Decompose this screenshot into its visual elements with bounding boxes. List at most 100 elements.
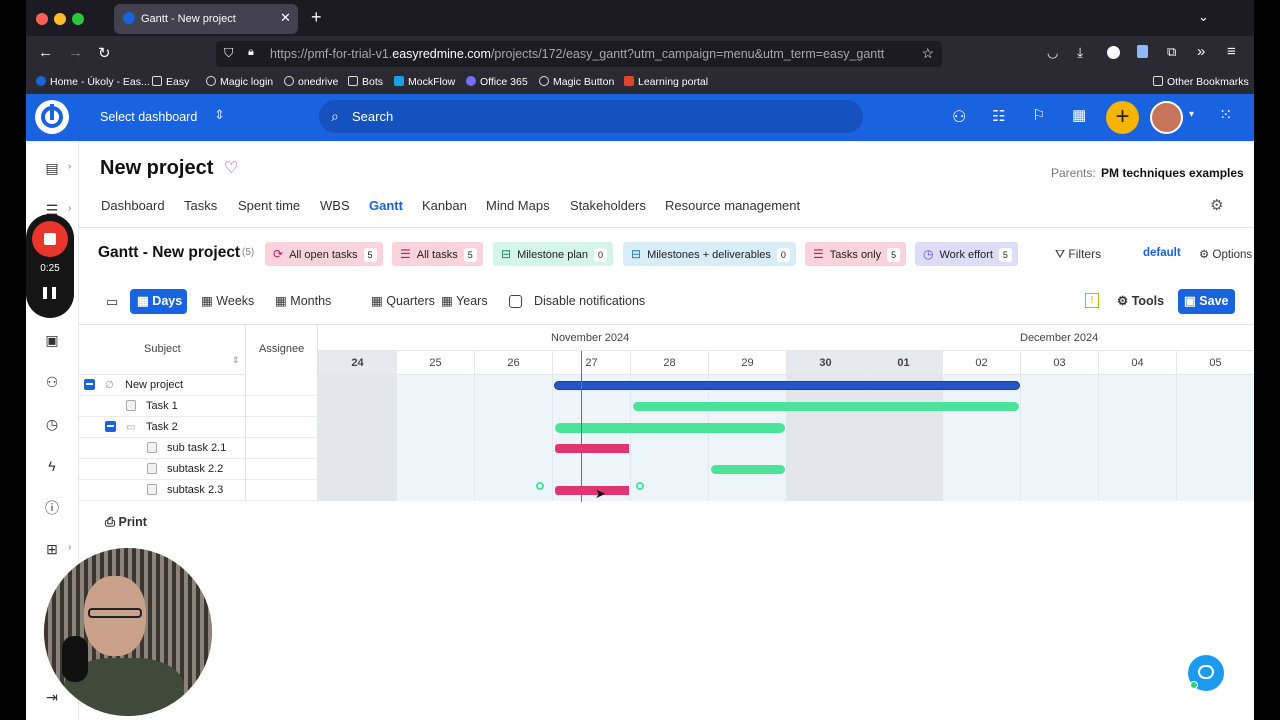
parents-link[interactable]: PM techniques examples <box>1101 166 1244 180</box>
zoom-years-button[interactable]: ▦ Years <box>441 289 488 314</box>
gantt-row[interactable]: ▭ Task 2 <box>79 417 318 438</box>
pause-icon[interactable] <box>52 287 56 299</box>
task-bar[interactable] <box>555 486 629 495</box>
gantt-row[interactable]: sub task 2.1 <box>79 438 318 459</box>
people-icon[interactable]: ⚇ <box>44 374 60 390</box>
lightning-icon[interactable]: ϟ <box>44 458 60 474</box>
info-icon[interactable]: ! <box>1085 293 1099 308</box>
project-bar[interactable] <box>555 382 1019 389</box>
filter-chip-milestone-plan[interactable]: ⊟ Milestone plan 0 <box>493 242 614 266</box>
tab-kanban[interactable]: Kanban <box>422 198 467 213</box>
stop-recording-button[interactable] <box>32 221 68 257</box>
extension-bookmark-icon[interactable] <box>1137 45 1148 58</box>
bookmark-item[interactable]: Magic login <box>206 76 273 88</box>
task-bar[interactable] <box>555 422 785 433</box>
task-bar[interactable] <box>555 444 629 453</box>
extension-clock-icon[interactable] <box>1107 46 1120 59</box>
tab-dashboard[interactable]: Dashboard <box>101 198 165 213</box>
reload-icon[interactable]: ↻ <box>98 44 111 62</box>
alert-icon[interactable]: ⓘ <box>44 500 60 516</box>
tab-stakeholders[interactable]: Stakeholders <box>570 198 646 213</box>
filter-chip-all-tasks[interactable]: ☰ All tasks 5 <box>392 242 483 266</box>
gantt-row[interactable]: ∅ New project <box>79 375 318 396</box>
minimize-window-button[interactable] <box>54 13 66 25</box>
pocket-icon[interactable]: ◡ <box>1047 45 1058 61</box>
task-name[interactable]: subtask 2.3 <box>167 484 223 496</box>
dashboard-switch-icon[interactable]: ⇕ <box>214 107 225 123</box>
calendar-icon[interactable]: ▦ <box>1072 106 1086 124</box>
easy-logo[interactable] <box>35 100 69 134</box>
bookmark-item[interactable]: Magic Button <box>539 76 614 88</box>
clock-icon[interactable]: ◷ <box>44 416 60 432</box>
checklist-icon[interactable]: ☷ <box>992 107 1005 125</box>
favorite-heart-icon[interactable]: ♡ <box>224 158 238 178</box>
search-input[interactable]: ⌕ Search <box>319 100 863 133</box>
task-name[interactable]: New project <box>125 379 183 391</box>
bookmark-item[interactable]: Office 365 <box>466 76 528 88</box>
sort-icon[interactable]: ⇕ <box>232 355 240 366</box>
other-bookmarks[interactable]: Other Bookmarks <box>1153 76 1249 88</box>
tab-spent-time[interactable]: Spent time <box>238 198 300 213</box>
pause-icon[interactable] <box>43 287 47 299</box>
browser-tab[interactable]: Gantt - New project ✕ <box>114 4 298 34</box>
flag-icon[interactable]: ⚐ <box>1032 106 1045 124</box>
dependency-handle-right[interactable] <box>636 482 644 490</box>
app-menu-icon[interactable]: ≡ <box>1227 43 1236 60</box>
default-query-link[interactable]: default <box>1143 247 1181 259</box>
tab-mind-maps[interactable]: Mind Maps <box>486 198 550 213</box>
zoom-days-button[interactable]: ▦ Days <box>130 289 187 314</box>
task-name[interactable]: Task 2 <box>146 421 178 433</box>
add-button[interactable]: + <box>1106 101 1139 134</box>
close-window-button[interactable] <box>36 13 48 25</box>
subject-header[interactable]: Subject ⇕ <box>79 325 245 375</box>
gantt-row[interactable]: subtask 2.3 <box>79 480 318 501</box>
chevron-down-icon[interactable]: ▾ <box>1189 109 1194 120</box>
chat-button[interactable] <box>1188 655 1224 691</box>
expand-chevron-icon[interactable]: › <box>68 203 71 214</box>
task-name[interactable]: subtask 2.2 <box>167 463 223 475</box>
extensions-puzzle-icon[interactable]: ⧉ <box>1167 44 1176 60</box>
expand-chevron-icon[interactable]: › <box>68 161 71 172</box>
bookmark-item[interactable]: onedrive <box>284 76 338 88</box>
zoom-weeks-button[interactable]: ▦ Weeks <box>201 289 254 314</box>
filters-button[interactable]: ⛛ Filters <box>1055 247 1101 262</box>
back-arrow-icon[interactable]: ← <box>38 44 53 61</box>
collapse-toggle[interactable] <box>84 379 95 390</box>
overflow-chevrons-icon[interactable]: » <box>1197 43 1205 60</box>
avatar[interactable] <box>1150 101 1183 134</box>
forward-arrow-icon[interactable]: → <box>68 44 83 61</box>
save-button[interactable]: ▣ Save <box>1178 289 1235 314</box>
assignee-header[interactable]: Assignee <box>259 343 304 355</box>
bookmark-item[interactable]: Learning portal <box>624 76 708 88</box>
task-name[interactable]: Task 1 <box>146 400 178 412</box>
task-bar[interactable] <box>633 402 1019 411</box>
tools-button[interactable]: ⚙ Tools <box>1117 289 1164 314</box>
filter-chip-all-open-tasks[interactable]: ⟳ All open tasks 5 <box>265 242 383 266</box>
bookmark-item[interactable]: MockFlow <box>394 76 455 88</box>
bookmark-star-icon[interactable]: ☆ <box>921 45 934 62</box>
options-button[interactable]: ⚙ Options <box>1199 247 1252 261</box>
tab-gantt[interactable]: Gantt <box>369 198 403 213</box>
dependency-handle-left[interactable] <box>536 482 544 490</box>
gantt-row[interactable]: subtask 2.2 <box>79 459 318 480</box>
apps-grid-icon[interactable]: ⁙ <box>1219 105 1232 125</box>
tab-resource-management[interactable]: Resource management <box>665 198 800 213</box>
user-icon[interactable]: ⚇ <box>952 107 966 127</box>
collapse-toggle[interactable] <box>105 421 116 432</box>
bookmark-item[interactable]: Home - Úkoly - Eas... <box>36 76 150 88</box>
filter-chip-work-effort[interactable]: ◷ Work effort 5 <box>915 242 1018 266</box>
tab-list-chevron-icon[interactable]: ⌄ <box>1198 9 1209 25</box>
settings-sliders-icon[interactable]: ⚙ <box>1210 196 1223 214</box>
task-bar[interactable] <box>711 465 785 474</box>
zoom-window-button[interactable] <box>72 13 84 25</box>
new-tab-icon[interactable]: + <box>311 8 322 26</box>
tab-wbs[interactable]: WBS <box>320 198 350 213</box>
calendar-picker-icon[interactable]: ▭ <box>106 289 118 314</box>
select-dashboard[interactable]: Select dashboard <box>100 110 197 124</box>
zoom-months-button[interactable]: ▦ Months <box>275 289 331 314</box>
tab-tasks[interactable]: Tasks <box>184 198 217 213</box>
filter-chip-tasks-only[interactable]: ☰ Tasks only 5 <box>805 242 907 266</box>
news-icon[interactable]: ▣ <box>44 332 60 348</box>
print-button[interactable]: ⎙ Print <box>105 515 147 530</box>
task-name[interactable]: sub task 2.1 <box>167 442 226 454</box>
